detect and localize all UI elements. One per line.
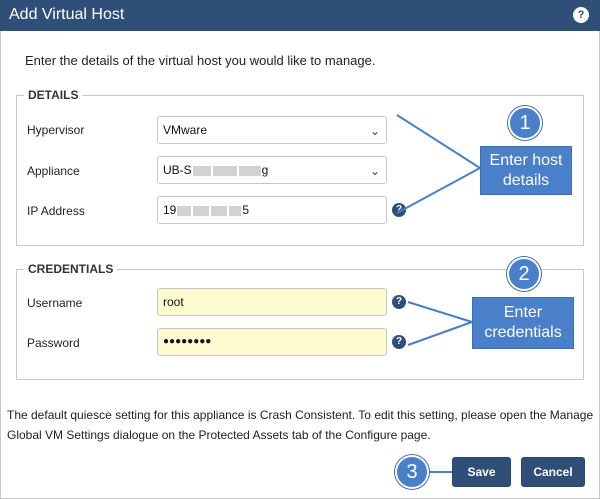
hypervisor-select[interactable]: VMware ⌄ <box>157 116 387 144</box>
redacted-text <box>193 205 210 216</box>
ip-help-icon[interactable]: ? <box>392 203 406 217</box>
redacted-text <box>229 205 242 216</box>
callout-enter-credentials: Enter credentials <box>472 297 574 349</box>
ip-value-suffix: 5 <box>242 203 250 217</box>
cancel-button[interactable]: Cancel <box>521 457 585 487</box>
redacted-text <box>212 165 237 176</box>
username-help-icon[interactable]: ? <box>392 295 406 309</box>
intro-text: Enter the details of the virtual host yo… <box>25 53 376 68</box>
callout-text: Enter credentials <box>484 304 562 341</box>
ip-address-label: IP Address <box>27 204 85 218</box>
help-icon[interactable]: ? <box>573 7 589 23</box>
password-help-icon[interactable]: ? <box>392 335 406 349</box>
appliance-value-suffix: g <box>261 163 269 177</box>
username-input[interactable]: root <box>157 288 387 316</box>
password-input[interactable]: ●●●●●●●● <box>157 328 387 356</box>
step-1-badge: 1 <box>508 106 542 140</box>
ip-value-prefix: 19 <box>163 203 177 217</box>
step-3-badge: 3 <box>395 455 429 489</box>
appliance-label: Appliance <box>27 164 80 178</box>
password-label: Password <box>27 336 80 350</box>
callout-enter-host-details: Enter host details <box>480 146 572 195</box>
appliance-select[interactable]: UB-S g ⌄ <box>157 156 387 184</box>
password-value: ●●●●●●●● <box>163 336 212 347</box>
hypervisor-label: Hypervisor <box>27 123 85 137</box>
chevron-down-icon: ⌄ <box>369 164 380 178</box>
step-2-badge: 2 <box>507 257 541 291</box>
quiesce-note: The default quiesce setting for this app… <box>7 408 594 442</box>
dialog-title: Add Virtual Host <box>9 6 125 23</box>
redacted-text <box>238 165 261 176</box>
ip-address-input[interactable]: 19 5 <box>157 196 387 224</box>
redacted-text <box>177 205 192 216</box>
chevron-down-icon: ⌄ <box>369 124 380 138</box>
username-value: root <box>163 295 184 309</box>
hypervisor-value: VMware <box>163 123 208 137</box>
dialog-titlebar: Add Virtual Host ? <box>0 0 600 31</box>
credentials-legend: CREDENTIALS <box>28 262 114 276</box>
appliance-value-prefix: UB-S <box>163 163 192 177</box>
username-label: Username <box>27 296 83 310</box>
save-button[interactable]: Save <box>452 457 511 487</box>
redacted-text <box>192 165 211 176</box>
redacted-text <box>211 205 228 216</box>
details-legend: DETAILS <box>28 88 79 102</box>
callout-text: Enter host details <box>489 151 563 189</box>
